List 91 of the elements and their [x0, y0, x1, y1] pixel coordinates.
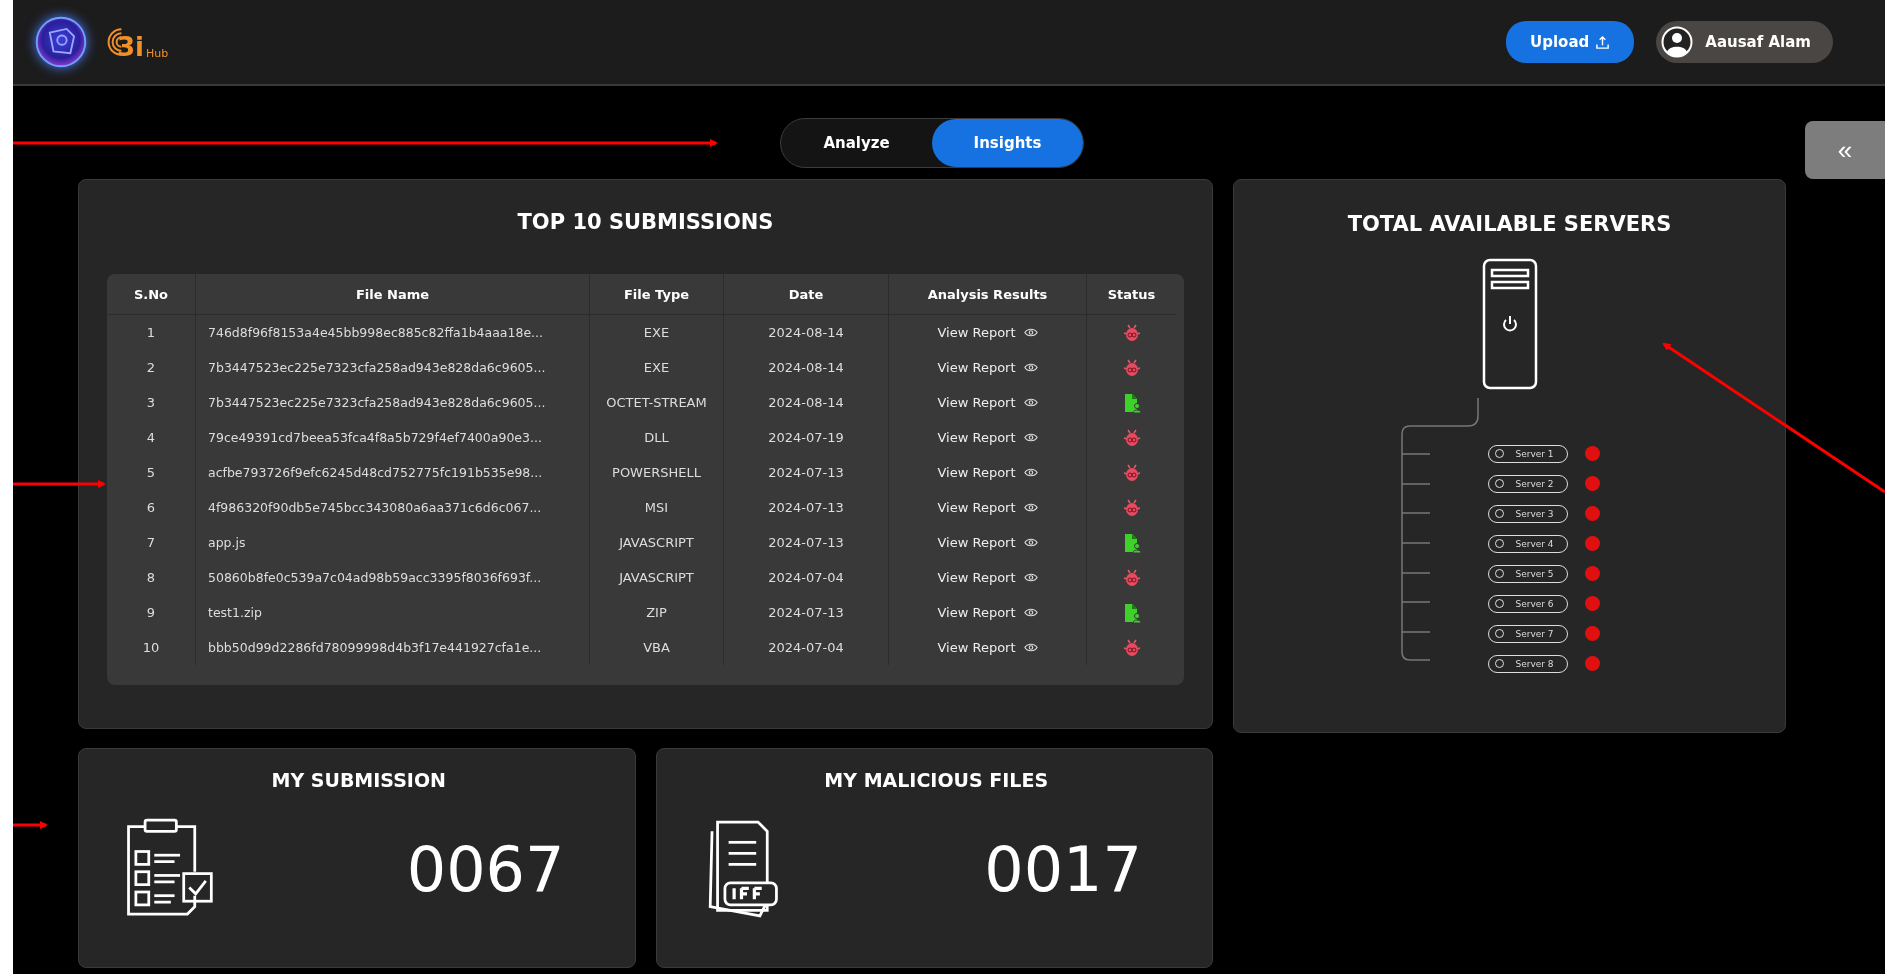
- table-cell: acfbe793726f9efc6245d48cd752775fc191b535e98...: [208, 465, 543, 480]
- view-report-link[interactable]: View Report: [937, 465, 1038, 480]
- table-cell: 2: [146, 360, 156, 375]
- view-report-link[interactable]: View Report: [937, 500, 1038, 515]
- annotation-arrow: [13, 821, 48, 829]
- table-cell: 2024-08-14: [768, 395, 844, 410]
- eye-icon: [1023, 397, 1038, 408]
- table-cell: 5: [146, 465, 156, 480]
- stat-title: MY SUBMISSION: [270, 769, 447, 791]
- view-report-link[interactable]: View Report: [937, 395, 1038, 410]
- bug-icon: [1121, 322, 1142, 343]
- table-cell: 2024-07-19: [768, 430, 844, 445]
- table-cell: 3: [146, 395, 156, 410]
- table-cell: JAVASCRIPT: [619, 535, 694, 550]
- upload-button[interactable]: Upload: [1506, 21, 1635, 63]
- bug-icon: [1121, 567, 1142, 588]
- table-cell: JAVASCRIPT: [619, 570, 694, 585]
- stat-value: 0067: [406, 832, 565, 906]
- column-header: File Name: [195, 274, 590, 315]
- table-cell: 10: [142, 640, 160, 655]
- stat-value: 0017: [984, 832, 1142, 906]
- bug-icon: [1121, 637, 1142, 658]
- table-cell: OCTET-STREAM: [606, 395, 707, 410]
- server-tower-icon: [1481, 258, 1538, 392]
- card-title: TOP 10 SUBMISSIONS: [516, 210, 775, 234]
- view-tab[interactable]: Analyze: [781, 119, 932, 167]
- collapse-panel-button[interactable]: «: [1805, 121, 1885, 179]
- user-menu-button[interactable]: Aausaf Alam: [1656, 21, 1833, 63]
- eye-icon: [1023, 607, 1038, 618]
- avatar-icon: [1661, 26, 1694, 58]
- stat-title: MY MALICIOUS FILES: [823, 769, 1050, 791]
- table-cell: 746d8f96f8153a4e45bb998ec885c82ffa1b4aaa18e...: [208, 325, 543, 340]
- brand-name: 3i: [117, 34, 144, 60]
- table-cell: 8: [146, 570, 156, 585]
- column-header: S.No: [107, 274, 196, 315]
- view-report-link[interactable]: View Report: [937, 430, 1038, 445]
- table-cell: MSI: [644, 500, 669, 515]
- table-cell: EXE: [643, 325, 670, 340]
- table-cell: 6: [146, 500, 156, 515]
- column-header: Analysis Results: [888, 274, 1087, 315]
- view-tab[interactable]: Insights: [932, 119, 1083, 167]
- bug-icon: [1121, 357, 1142, 378]
- table-cell: 50860b8fe0c539a7c04ad98b59acc3395f8036f693f...: [208, 570, 542, 585]
- view-report-link[interactable]: View Report: [937, 535, 1038, 550]
- table-cell: 2024-07-04: [768, 570, 844, 585]
- table-cell: 4: [146, 430, 156, 445]
- eye-icon: [1023, 537, 1038, 548]
- view-report-link[interactable]: View Report: [937, 640, 1038, 655]
- table-cell: ZIP: [646, 605, 667, 620]
- eye-icon: [1023, 327, 1038, 338]
- table-cell: test1.zip: [208, 605, 262, 620]
- table-cell: 1: [146, 325, 156, 340]
- column-header: File Type: [589, 274, 724, 315]
- view-report-link[interactable]: View Report: [937, 570, 1038, 585]
- column-header: Date: [723, 274, 889, 315]
- table-cell: bbb50d99d2286fd78099998d4b3f17e441927cfa1e...: [208, 640, 542, 655]
- column-header: Status: [1086, 274, 1176, 315]
- view-report-link[interactable]: View Report: [937, 360, 1038, 375]
- bug-icon: [1121, 427, 1142, 448]
- eye-icon: [1023, 572, 1038, 583]
- eye-icon: [1023, 432, 1038, 443]
- brand-suffix: Hub: [146, 47, 169, 60]
- table-cell: 7b3447523ec225e7323cfa258ad943e828da6c9605...: [208, 360, 546, 375]
- table-cell: VBA: [643, 640, 670, 655]
- table-cell: 2024-07-13: [768, 500, 844, 515]
- globe-logo-icon: [33, 14, 89, 70]
- table-cell: 7: [146, 535, 156, 550]
- table-cell: 2024-08-14: [768, 325, 844, 340]
- card-title: TOTAL AVAILABLE SERVERS: [1347, 212, 1672, 236]
- table-cell: DLL: [644, 430, 669, 445]
- table-cell: 9: [146, 605, 156, 620]
- eye-icon: [1023, 642, 1038, 653]
- view-report-link[interactable]: View Report: [937, 605, 1038, 620]
- eye-icon: [1023, 467, 1038, 478]
- table-cell: app.js: [208, 535, 246, 550]
- bug-icon: [1121, 462, 1142, 483]
- bug-icon: [1121, 497, 1142, 518]
- table-cell: 7b3447523ec225e7323cfa258ad943e828da6c9605...: [208, 395, 546, 410]
- view-report-link[interactable]: View Report: [937, 325, 1038, 340]
- table-cell: 2024-07-04: [768, 640, 844, 655]
- table-cell: EXE: [643, 360, 670, 375]
- table-cell: POWERSHELL: [612, 465, 701, 480]
- table-cell: 79ce49391cd7beea53fca4f8a5b729f4ef7400a90e3...: [208, 430, 542, 445]
- eye-icon: [1023, 502, 1038, 513]
- table-cell: 2024-08-14: [768, 360, 844, 375]
- eye-icon: [1023, 362, 1038, 373]
- table-cell: 4f986320f90db5e745bcc343080a6aa371c6d6c067...: [208, 500, 542, 515]
- table-cell: 2024-07-13: [768, 535, 844, 550]
- table-cell: 2024-07-13: [768, 465, 844, 480]
- table-cell: 2024-07-13: [768, 605, 844, 620]
- upload-icon: [1595, 34, 1611, 50]
